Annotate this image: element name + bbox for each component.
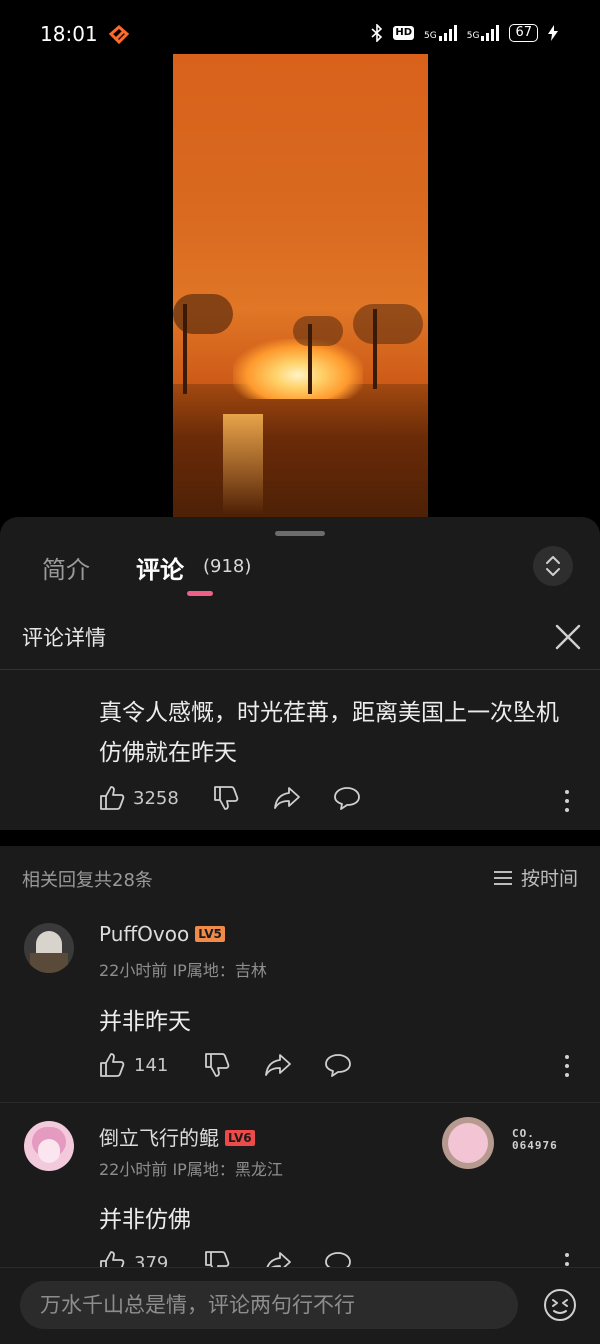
fan-medal-number: CO. 064976 xyxy=(512,1127,558,1152)
drag-handle[interactable] xyxy=(275,531,325,536)
reply-text: 并非仿佛 xyxy=(99,1207,191,1233)
app-notification-icon xyxy=(108,25,130,45)
video-player[interactable] xyxy=(173,54,428,519)
like-button[interactable]: 3258 xyxy=(99,785,179,811)
username-text: 倒立飞行的鲲 xyxy=(99,1126,219,1150)
hd-voice-icon: HD xyxy=(393,26,415,40)
divider xyxy=(0,669,600,670)
comment-bubble-icon xyxy=(325,1054,352,1077)
thumbs-up-icon xyxy=(100,1053,125,1077)
signal-1-icon: 5G xyxy=(424,25,457,41)
signal-2-icon: 5G xyxy=(467,25,500,41)
more-options-icon[interactable] xyxy=(564,1055,570,1081)
status-time: 18:01 xyxy=(40,22,98,46)
reply-meta: 22小时前 IP属地：吉林 xyxy=(99,961,267,980)
thumbs-down-icon xyxy=(213,786,239,810)
charging-icon xyxy=(548,25,558,41)
sort-list-icon xyxy=(493,870,512,885)
reply-meta: 22小时前 IP属地：黑龙江 xyxy=(99,1160,283,1179)
battery-icon: 67 xyxy=(509,24,538,42)
reply-button[interactable] xyxy=(333,785,361,811)
share-icon xyxy=(265,1054,292,1076)
like-count: 3258 xyxy=(133,787,179,809)
reply-button[interactable] xyxy=(324,1052,352,1078)
expand-collapse-button[interactable] xyxy=(533,546,573,586)
dislike-button[interactable] xyxy=(204,1052,230,1078)
thumbs-up-icon xyxy=(100,786,125,810)
share-icon xyxy=(273,787,300,809)
dislike-button[interactable] xyxy=(213,785,239,811)
reply-count-label: 相关回复共28条 xyxy=(22,870,153,891)
username-text: PuffOvoo xyxy=(99,922,190,946)
system-icons: HD 5G 5G 67 xyxy=(371,24,558,42)
main-comment-actions: 3258 xyxy=(99,785,361,811)
comment-input-bar xyxy=(0,1267,600,1344)
fire-glow xyxy=(233,339,363,399)
bluetooth-icon xyxy=(371,24,383,42)
share-button[interactable] xyxy=(273,785,301,811)
comments-sheet: 简介 评论 (918) 评论详情 真令人感慨，时光荏苒，距离美国上一次坠机仿佛就… xyxy=(0,517,600,1343)
comment-bubble-icon xyxy=(333,787,360,810)
main-comment-text: 真令人感慨，时光荏苒，距离美国上一次坠机仿佛就在昨天 xyxy=(99,700,559,766)
more-options-icon[interactable] xyxy=(564,790,570,816)
fan-medal-badge[interactable] xyxy=(442,1117,494,1169)
avatar[interactable] xyxy=(24,1121,74,1171)
section-separator xyxy=(0,830,600,846)
sort-by-time-button[interactable]: 按时间 xyxy=(493,864,578,891)
emoji-icon[interactable] xyxy=(543,1288,577,1322)
thumbs-down-icon xyxy=(205,1053,230,1077)
level-badge: LV5 xyxy=(195,926,225,942)
reply-actions: 141 xyxy=(99,1052,352,1078)
level-badge: LV6 xyxy=(225,1130,255,1146)
chevron-up-down-icon xyxy=(546,556,560,576)
tab-intro[interactable]: 简介 xyxy=(42,550,90,585)
like-count: 141 xyxy=(134,1054,169,1076)
divider xyxy=(0,1102,600,1103)
avatar[interactable] xyxy=(24,923,74,973)
share-button[interactable] xyxy=(264,1052,292,1078)
reply-username[interactable]: PuffOvoo LV5 xyxy=(99,922,225,946)
tab-comments-count: (918) xyxy=(203,556,252,577)
like-button[interactable]: 141 xyxy=(99,1052,168,1078)
comment-input[interactable] xyxy=(20,1281,518,1329)
tab-comments[interactable]: 评论 xyxy=(136,550,184,585)
tab-active-indicator xyxy=(187,591,213,596)
sort-label: 按时间 xyxy=(520,868,578,890)
close-icon[interactable] xyxy=(554,623,582,651)
reply-text: 并非昨天 xyxy=(99,1009,191,1035)
reply-username[interactable]: 倒立飞行的鲲 LV6 xyxy=(99,1122,255,1151)
comment-detail-title: 评论详情 xyxy=(22,626,106,650)
